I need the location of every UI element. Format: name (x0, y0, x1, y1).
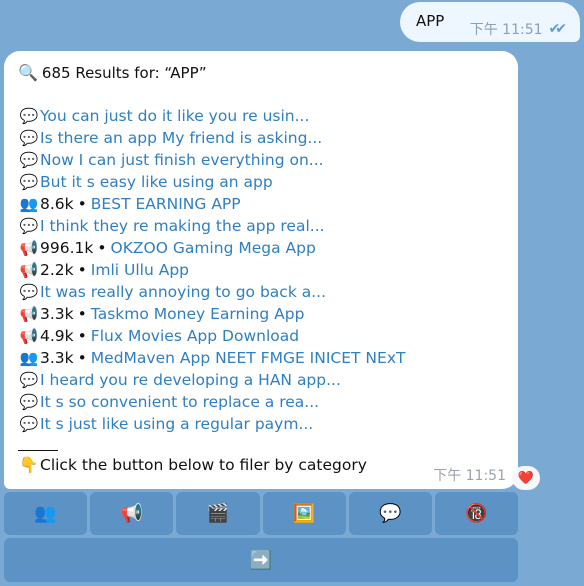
speech-bubble-icon: 💬 (19, 173, 39, 191)
read-ticks-icon: ✔✔ (548, 21, 568, 37)
magnifier-icon: 🔍 (18, 63, 38, 82)
footer-text: Click the button below to filer by categ… (40, 456, 367, 474)
bullet-separator: • (77, 327, 87, 345)
result-link[interactable]: Now I can just finish everything on... (40, 149, 324, 171)
results-header: 🔍 685 Results for: “APP” (18, 63, 207, 82)
member-count: 996.1k (40, 239, 94, 257)
outgoing-meta: 下午 11:51 ✔✔ (469, 19, 568, 39)
megaphone-icon: 📢 (19, 261, 39, 279)
result-row[interactable]: 💬 I think they re making the app real... (18, 215, 405, 237)
member-count: 4.9k (40, 327, 74, 345)
images-filter-icon: 🖼️ (292, 503, 316, 524)
outgoing-message[interactable]: APP 下午 11:51 ✔✔ (400, 2, 580, 42)
result-link[interactable]: OKZOO Gaming Mega App (111, 237, 316, 259)
result-link[interactable]: You can just do it like you re usin... (40, 105, 309, 127)
speech-bubble-icon: 💬 (19, 393, 39, 411)
megaphone-icon: 📢 (19, 327, 39, 345)
bullet-separator: • (77, 305, 87, 323)
group-icon: 👥 (19, 195, 39, 213)
outgoing-text: APP (416, 12, 445, 30)
speech-bubble-icon: 💬 (19, 129, 39, 147)
member-count: 8.6k (40, 195, 74, 213)
speech-bubble-icon: 💬 (19, 107, 39, 125)
result-link[interactable]: Imli Ullu App (91, 259, 189, 281)
keyboard-row-next: ➡️ (4, 538, 518, 582)
bullet-separator: • (77, 195, 87, 213)
speech-bubble-icon: 💬 (19, 151, 39, 169)
result-row[interactable]: 💬 You can just do it like you re usin... (18, 105, 405, 127)
videos-filter-button[interactable]: 🎬 (176, 492, 260, 535)
videos-filter-icon: 🎬 (206, 503, 230, 524)
results-label: 685 Results for: “APP” (41, 63, 207, 82)
speech-bubble-icon: 💬 (19, 371, 39, 389)
inline-keyboard: 👥 📢 🎬 🖼️ 💬 🔞 ➡️ (4, 492, 519, 582)
result-row[interactable]: 📢 996.1k • OKZOO Gaming Mega App (18, 237, 405, 259)
speech-bubble-icon: 💬 (19, 415, 39, 433)
channels-filter-button[interactable]: 📢 (90, 492, 174, 535)
keyboard-row-filters: 👥 📢 🎬 🖼️ 💬 🔞 (4, 492, 519, 535)
member-count: 3.3k (40, 305, 74, 323)
megaphone-icon: 📢 (19, 305, 39, 323)
bullet-separator: • (77, 261, 87, 279)
images-filter-button[interactable]: 🖼️ (262, 492, 346, 535)
member-count: 2.2k (40, 261, 74, 279)
group-icon: 👥 (19, 349, 39, 367)
result-link[interactable]: Flux Movies App Download (91, 325, 299, 347)
result-link[interactable]: It was really annoying to go back a... (40, 281, 326, 303)
result-link[interactable]: It s so convenient to replace a rea... (40, 391, 319, 413)
groups-filter-icon: 👥 (34, 503, 57, 524)
result-row[interactable]: 💬 Now I can just finish everything on... (18, 149, 405, 171)
result-row[interactable]: 👥 3.3k • MedMaven App NEET FMGE INICET NExT (18, 347, 406, 369)
result-row[interactable]: 💬 But it s easy like using an app (18, 171, 405, 193)
result-row[interactable]: 💬 It s so convenient to replace a rea... (18, 391, 405, 413)
right-arrow-icon: ➡️ (249, 549, 273, 571)
result-row[interactable]: 📢 4.9k • Flux Movies App Download (18, 325, 405, 347)
result-row[interactable]: 📢 3.3k • Taskmo Money Earning App (18, 303, 405, 325)
result-row[interactable]: 💬 Is there an app My friend is asking... (18, 127, 405, 149)
divider-line (18, 450, 58, 451)
result-link[interactable]: BEST EARNING APP (91, 193, 241, 215)
result-link[interactable]: Taskmo Money Earning App (91, 303, 305, 325)
results-list: 💬 You can just do it like you re usin... 💬… (18, 105, 406, 435)
search-results-message: 🔍 685 Results for: “APP” 💬 You can just d… (4, 51, 518, 489)
result-link[interactable]: MedMaven App NEET FMGE INICET NExT (91, 347, 406, 369)
outgoing-time: 下午 11:51 (469, 22, 543, 38)
messages-filter-button[interactable]: 💬 (348, 492, 432, 535)
result-link[interactable]: Is there an app My friend is asking... (40, 127, 322, 149)
pointing-down-icon: 👇 (19, 456, 39, 474)
result-row[interactable]: 💬 I heard you re developing a HAN app... (18, 369, 405, 391)
footer-hint: 👇 Click the button below to filer by cat… (18, 456, 367, 474)
adult-filter-button[interactable]: 🔞 (434, 492, 519, 535)
result-link[interactable]: I think they re making the app real... (40, 215, 325, 237)
groups-filter-button[interactable]: 👥 (4, 492, 88, 535)
result-row[interactable]: 💬 It s just like using a regular paym... (18, 413, 405, 435)
speech-bubble-icon: 💬 (19, 217, 39, 235)
speech-bubble-icon: 💬 (19, 283, 39, 301)
heart-reaction-icon[interactable]: ❤️ (512, 466, 540, 490)
result-row[interactable]: 📢 2.2k • Imli Ullu App (18, 259, 405, 281)
incoming-time: 下午 11:51 (433, 468, 506, 484)
adult-filter-icon: 🔞 (465, 503, 488, 524)
messages-filter-icon: 💬 (379, 503, 402, 524)
result-link[interactable]: But it s easy like using an app (40, 171, 273, 193)
next-page-button[interactable]: ➡️ (4, 538, 518, 582)
bullet-separator: • (97, 239, 107, 257)
member-count: 3.3k (40, 349, 74, 367)
result-row[interactable]: 💬 It was really annoying to go back a... (18, 281, 405, 303)
channels-filter-icon: 📢 (120, 503, 143, 524)
result-row[interactable]: 👥 8.6k • BEST EARNING APP (18, 193, 405, 215)
result-link[interactable]: I heard you re developing a HAN app... (40, 369, 341, 391)
chat-area: APP 下午 11:51 ✔✔ 🔍 685 Results for: “APP”… (0, 0, 584, 586)
bullet-separator: • (77, 349, 87, 367)
megaphone-icon: 📢 (19, 239, 39, 257)
result-link[interactable]: It s just like using a regular paym... (40, 413, 313, 435)
